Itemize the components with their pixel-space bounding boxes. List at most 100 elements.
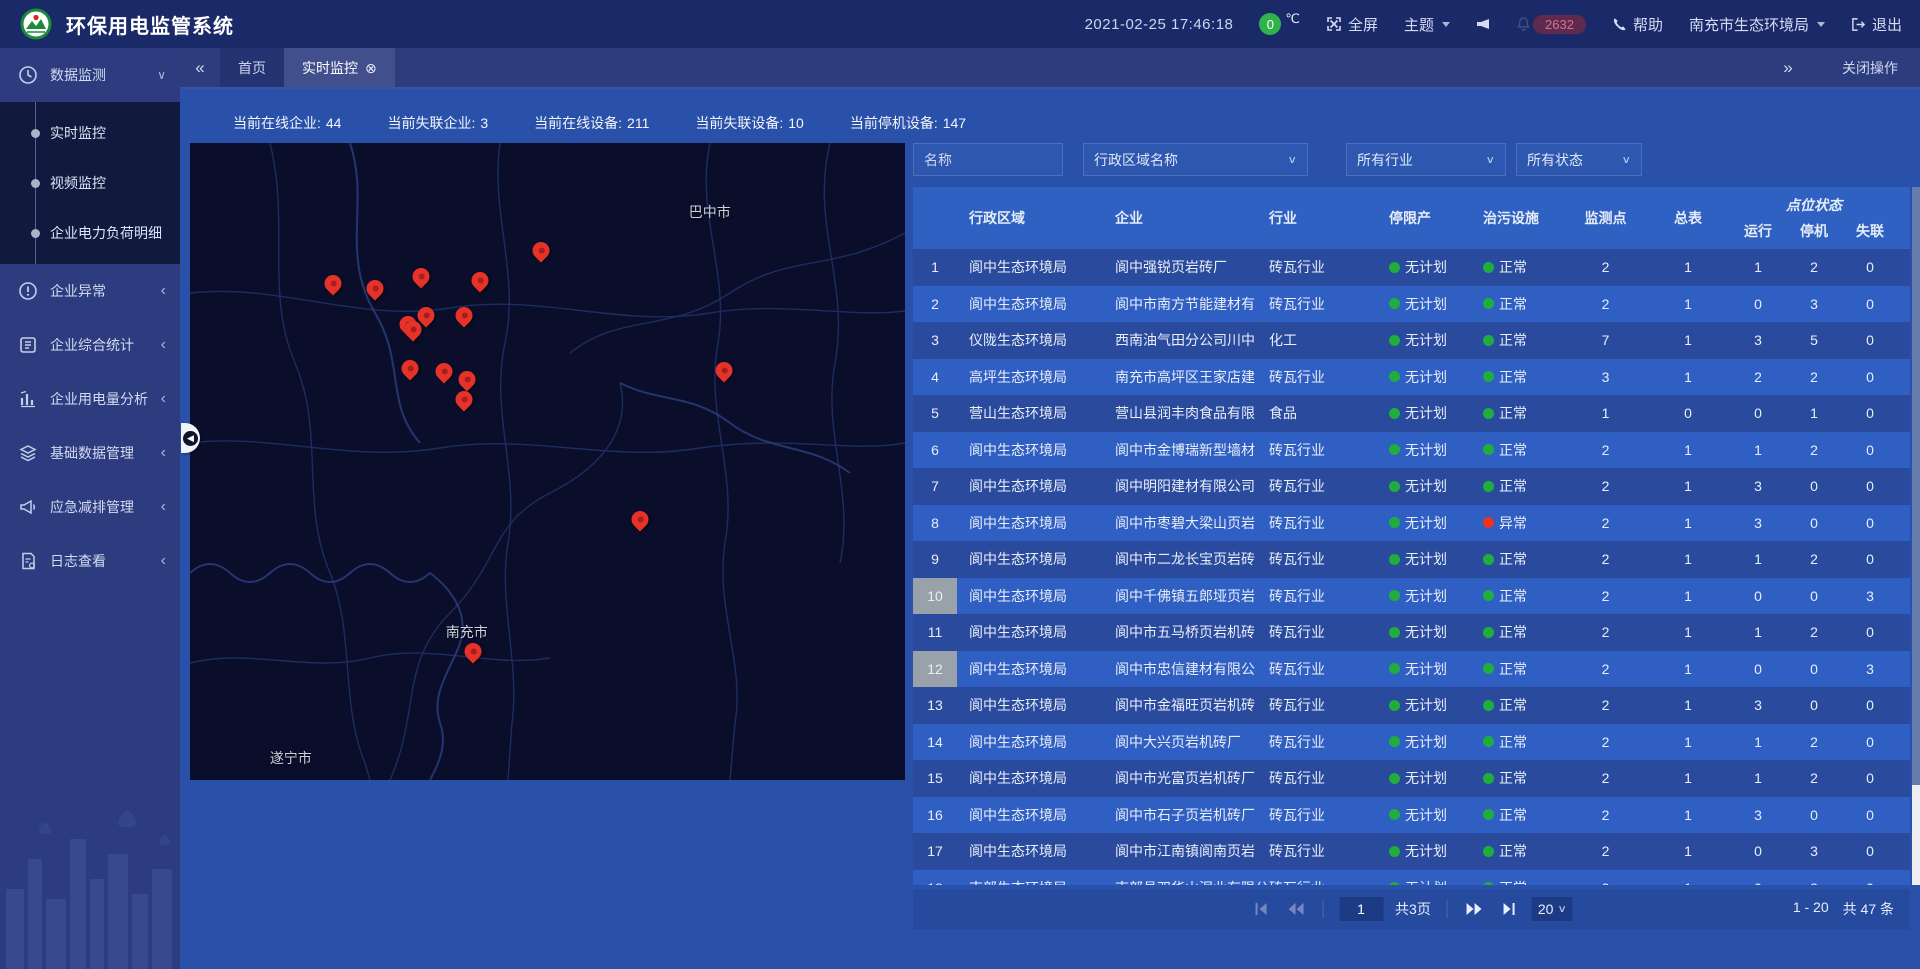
table-row[interactable]: 16阆中生态环境局阆中市石子页岩机砖厂砖瓦行业无计划正常21300 bbox=[913, 797, 1910, 834]
cell-stop-status: 无计划 bbox=[1353, 468, 1463, 505]
cell-enterprise: 阆中强锐页岩砖厂 bbox=[1081, 249, 1267, 286]
table-row[interactable]: 5营山生态环境局营山县润丰肉食品有限食品无计划正常10010 bbox=[913, 395, 1910, 432]
cell-enterprise: 阆中明阳建材有限公司 bbox=[1081, 468, 1267, 505]
map-view[interactable]: 巴中市南充市遂宁市 bbox=[190, 143, 905, 780]
help-button[interactable]: 帮助 bbox=[1612, 14, 1663, 35]
page-first-icon bbox=[1253, 902, 1269, 916]
page-number-input[interactable] bbox=[1339, 897, 1383, 921]
cell-total-meter: 1 bbox=[1648, 870, 1728, 886]
cell-facility-status: 正常 bbox=[1463, 724, 1563, 761]
row-number-cell: 18 bbox=[913, 870, 957, 886]
row-number-cell: 6 bbox=[913, 432, 957, 469]
mute-button[interactable] bbox=[1476, 17, 1490, 31]
sidebar-item-realtime-monitor[interactable]: 实时监控 bbox=[0, 108, 180, 158]
theme-dropdown[interactable]: 主题 bbox=[1404, 14, 1450, 35]
table-row[interactable]: 2阆中生态环境局阆中市南方节能建材有砖瓦行业无计划正常21030 bbox=[913, 286, 1910, 323]
notifications[interactable]: 2632 bbox=[1516, 15, 1586, 34]
sidebar-item-log-view[interactable]: 日志查看‹ bbox=[0, 534, 180, 588]
page-first-button[interactable] bbox=[1250, 898, 1272, 920]
scrollbar-thumb[interactable] bbox=[1912, 785, 1920, 885]
cell-stop-status: 无计划 bbox=[1353, 322, 1463, 359]
table-row[interactable]: 1阆中生态环境局阆中强锐页岩砖厂砖瓦行业无计划正常21120 bbox=[913, 249, 1910, 286]
table-row[interactable]: 15阆中生态环境局阆中市光富页岩机砖厂砖瓦行业无计划正常21120 bbox=[913, 760, 1910, 797]
app-title: 环保用电监管系统 bbox=[66, 10, 234, 39]
table-row[interactable]: 10阆中生态环境局阆中千佛镇五郎垭页岩砖瓦行业无计划正常21003 bbox=[913, 578, 1910, 615]
temperature-indicator: 0 ℃ bbox=[1259, 13, 1300, 35]
cell-industry: 砖瓦行业 bbox=[1267, 359, 1353, 396]
page-prev-button[interactable] bbox=[1284, 898, 1306, 920]
sidebar-item-power-load-detail[interactable]: 企业电力负荷明细 bbox=[0, 208, 180, 258]
cell-stop-status: 无计划 bbox=[1353, 651, 1463, 688]
chevron-down-icon bbox=[1817, 22, 1825, 27]
cell-stop-status: 无计划 bbox=[1353, 541, 1463, 578]
layers-icon bbox=[18, 443, 38, 463]
cell-enterprise: 营山县润丰肉食品有限 bbox=[1081, 395, 1267, 432]
region-select[interactable]: 行政区域名称 ∨ bbox=[1083, 143, 1308, 176]
logout-button[interactable]: 退出 bbox=[1851, 14, 1902, 35]
chevron-left-icon: ‹ bbox=[161, 444, 166, 462]
close-operations-button[interactable]: 关闭操作 bbox=[1842, 58, 1898, 78]
table-scrollbar[interactable] bbox=[1912, 187, 1920, 885]
region-select-value: 行政区域名称 bbox=[1094, 150, 1178, 170]
cell-region: 阆中生态环境局 bbox=[957, 833, 1081, 870]
table-row[interactable]: 7阆中生态环境局阆中明阳建材有限公司砖瓦行业无计划正常21300 bbox=[913, 468, 1910, 505]
table-row[interactable]: 11阆中生态环境局阆中市五马桥页岩机砖砖瓦行业无计划正常21120 bbox=[913, 614, 1910, 651]
table-row[interactable]: 9阆中生态环境局阆中市二龙长宝页岩砖砖瓦行业无计划正常21120 bbox=[913, 541, 1910, 578]
stat-value: 44 bbox=[326, 115, 342, 131]
sidebar-item-enterprise-abnormal[interactable]: 企业异常‹ bbox=[0, 264, 180, 318]
col-header-facility: 治污设施 bbox=[1463, 187, 1563, 249]
industry-select[interactable]: 所有行业 ∨ bbox=[1346, 143, 1506, 176]
sidebar-item-data-monitor[interactable]: 数据监测∨ bbox=[0, 48, 180, 102]
table-row[interactable]: 18南部生态环境局南部县双华山泥业有限公砖瓦行业无计划正常21030 bbox=[913, 870, 1910, 886]
tabs-scroll-right-button[interactable]: » bbox=[1768, 58, 1808, 78]
table-row[interactable]: 3仪陇生态环境局西南油气田分公司川中化工无计划正常71350 bbox=[913, 322, 1910, 359]
table-row[interactable]: 8阆中生态环境局阆中市枣碧大梁山页岩砖瓦行业无计划异常21300 bbox=[913, 505, 1910, 542]
table-row[interactable]: 14阆中生态环境局阆中大兴页岩机砖厂砖瓦行业无计划正常21120 bbox=[913, 724, 1910, 761]
cell-monitor-count: 3 bbox=[1563, 359, 1648, 396]
chevron-down-icon: ∨ bbox=[1485, 153, 1495, 166]
tabs-scroll-left-button[interactable]: « bbox=[180, 48, 220, 87]
cell-facility-status: 正常 bbox=[1463, 833, 1563, 870]
status-select[interactable]: 所有状态 ∨ bbox=[1516, 143, 1642, 176]
page-last-button[interactable] bbox=[1498, 898, 1520, 920]
table-row[interactable]: 12阆中生态环境局阆中市忠信建材有限公砖瓦行业无计划正常21003 bbox=[913, 651, 1910, 688]
tab-realtime[interactable]: 实时监控⊗ bbox=[284, 48, 395, 87]
cell-facility-status: 正常 bbox=[1463, 651, 1563, 688]
cell-monitor-count: 2 bbox=[1563, 687, 1648, 724]
tab-close-icon[interactable]: ⊗ bbox=[365, 61, 377, 75]
cell-lost-count: 0 bbox=[1840, 395, 1900, 432]
page-next-button[interactable] bbox=[1464, 898, 1486, 920]
sidebar-item-enterprise-stats[interactable]: 企业综合统计‹ bbox=[0, 318, 180, 372]
cell-region: 阆中生态环境局 bbox=[957, 614, 1081, 651]
cell-facility-status: 正常 bbox=[1463, 687, 1563, 724]
header-datetime: 2021-02-25 17:46:18 bbox=[1085, 16, 1234, 33]
cell-facility-status: 正常 bbox=[1463, 322, 1563, 359]
sidebar-item-video-monitor[interactable]: 视频监控 bbox=[0, 158, 180, 208]
table-row[interactable]: 6阆中生态环境局阆中市金博瑞新型墙材砖瓦行业无计划正常21120 bbox=[913, 432, 1910, 469]
row-number-selected: 12 bbox=[913, 651, 957, 688]
sidebar-item-power-analysis[interactable]: 企业用电量分析‹ bbox=[0, 372, 180, 426]
name-search-input[interactable] bbox=[924, 152, 1052, 168]
sidebar-item-base-data[interactable]: 基础数据管理‹ bbox=[0, 426, 180, 480]
status-dot-icon bbox=[1389, 809, 1400, 820]
status-dot-icon bbox=[1483, 298, 1494, 309]
sidebar-item-emergency-reduction[interactable]: 应急减排管理‹ bbox=[0, 480, 180, 534]
page-size-select[interactable]: 20 ∨ bbox=[1532, 897, 1573, 921]
enterprise-table: 行政区域 企业 行业 停限产 治污设施 监测点 总表 点位状态 运行 停机 失联 bbox=[913, 187, 1910, 885]
table-row[interactable]: 17阆中生态环境局阆中市江南镇阆南页岩砖瓦行业无计划正常21030 bbox=[913, 833, 1910, 870]
fullscreen-button[interactable]: 全屏 bbox=[1326, 14, 1378, 35]
table-row[interactable]: 4高坪生态环境局南充市高坪区王家店建砖瓦行业无计划正常31220 bbox=[913, 359, 1910, 396]
stat-label: 当前失联企业: bbox=[387, 115, 475, 131]
cell-run-count: 3 bbox=[1728, 797, 1788, 834]
cell-industry: 砖瓦行业 bbox=[1267, 797, 1353, 834]
table-row[interactable]: 13阆中生态环境局阆中市金福旺页岩机砖砖瓦行业无计划正常21300 bbox=[913, 687, 1910, 724]
cell-stop-status: 无计划 bbox=[1353, 578, 1463, 615]
stat-item: 当前失联设备:10 bbox=[695, 113, 803, 133]
cell-industry: 砖瓦行业 bbox=[1267, 468, 1353, 505]
org-dropdown[interactable]: 南充市生态环境局 bbox=[1689, 14, 1825, 35]
tab-home[interactable]: 首页 bbox=[220, 48, 284, 87]
cell-facility-status: 正常 bbox=[1463, 286, 1563, 323]
status-dot-icon bbox=[1389, 298, 1400, 309]
cell-total-meter: 1 bbox=[1648, 432, 1728, 469]
chevron-down-icon: ∨ bbox=[1621, 153, 1631, 166]
